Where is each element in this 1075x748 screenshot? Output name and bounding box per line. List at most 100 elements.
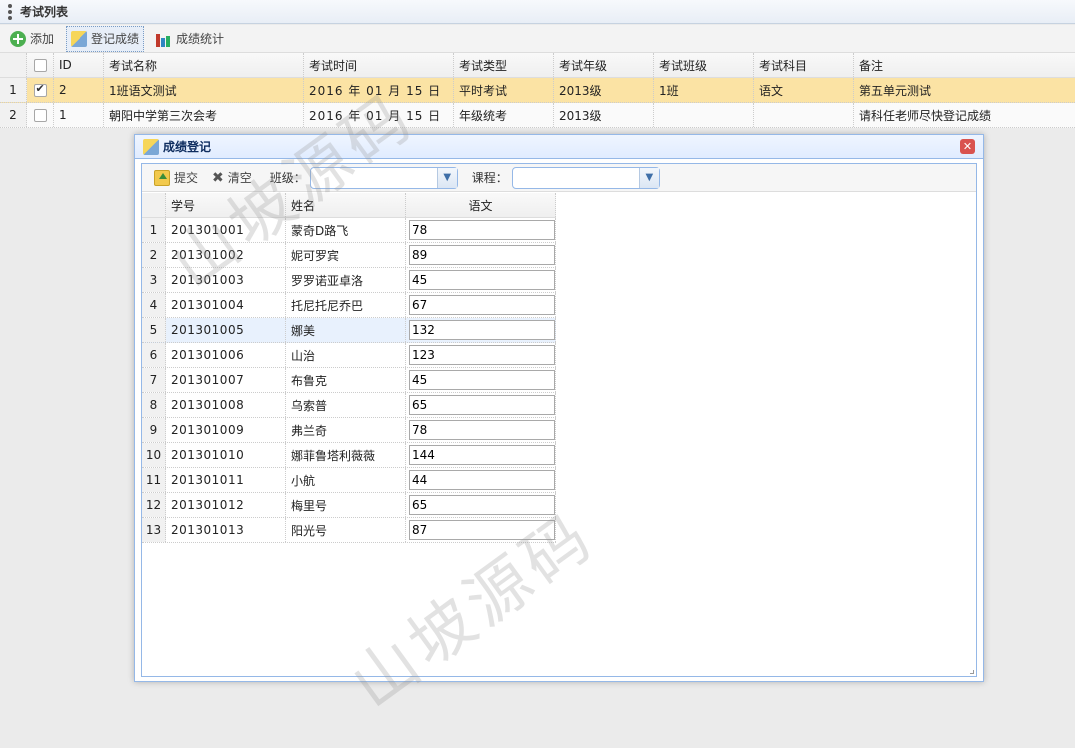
- score-input[interactable]: [409, 245, 555, 265]
- class-label: 班级：: [269, 171, 306, 185]
- score-cell: [406, 343, 556, 367]
- cell-student-name: 娜美: [286, 318, 406, 342]
- table-row[interactable]: 4 201301004 托尼托尼乔巴: [142, 293, 556, 318]
- dialog-header[interactable]: 成绩登记 ✕: [135, 135, 983, 159]
- cell-id: 1: [54, 103, 104, 127]
- score-input[interactable]: [409, 395, 555, 415]
- cell-student-id: 201301007: [166, 368, 286, 392]
- column-header-grade[interactable]: 考试年级: [554, 53, 654, 77]
- student-score-grid: 学号 姓名 语文 1201301001蒙奇D路飞2201301002妮可罗宾32…: [142, 193, 556, 543]
- column-header-subject[interactable]: 考试科目: [754, 53, 854, 77]
- clear-button[interactable]: ✖ 清空: [208, 165, 256, 191]
- table-row[interactable]: 2 201301002 妮可罗宾: [142, 243, 556, 268]
- select-all-checkbox[interactable]: [33, 58, 47, 72]
- cell-student-id: 201301004: [166, 293, 286, 317]
- cell-type: 年级统考: [454, 103, 554, 127]
- cell-note: 请科任老师尽快登记成绩: [859, 108, 992, 123]
- cell-note: 第五单元测试: [859, 83, 932, 98]
- add-button[interactable]: 添加: [6, 26, 58, 52]
- class-select[interactable]: ▼: [309, 166, 458, 189]
- score-input[interactable]: [409, 370, 555, 390]
- row-number: 1: [142, 218, 166, 242]
- register-scores-button[interactable]: 登记成绩: [66, 25, 145, 52]
- table-row[interactable]: 8 201301008 乌索普: [142, 393, 556, 418]
- row-checkbox[interactable]: [33, 82, 47, 97]
- cell-time: 2016 年 01 月 15 日: [304, 103, 454, 127]
- row-checkbox[interactable]: [33, 108, 47, 122]
- column-header-chinese-score[interactable]: 语文: [406, 193, 556, 217]
- column-header-student-id[interactable]: 学号: [166, 193, 286, 217]
- table-row[interactable]: 6 201301006 山治: [142, 343, 556, 368]
- score-input[interactable]: [409, 345, 555, 365]
- dialog-title: 成绩登记: [163, 140, 212, 154]
- table-row[interactable]: 3 201301003 罗罗诺亚卓洛: [142, 268, 556, 293]
- score-input[interactable]: [409, 445, 555, 465]
- cell-student-id: 201301010: [166, 443, 286, 467]
- table-row[interactable]: 2 1 朝阳中学第三次会考 2016 年 01 月 15 日 年级统考 2013…: [0, 103, 1075, 128]
- edit-icon: [71, 30, 88, 47]
- submit-button[interactable]: 提交: [150, 165, 202, 191]
- cell-class: 1班: [654, 78, 754, 102]
- panel-title: 考试列表: [20, 5, 69, 19]
- row-number: 10: [142, 443, 166, 467]
- dialog-toolbar: 提交 ✖ 清空 班级： ▼ 课程： ▼: [142, 164, 976, 192]
- cell-student-id: 201301008: [166, 393, 286, 417]
- score-input[interactable]: [409, 320, 555, 340]
- column-header-name[interactable]: 考试名称: [104, 53, 304, 77]
- score-input[interactable]: [409, 495, 555, 515]
- panel-menu-icon[interactable]: [8, 3, 12, 20]
- column-header-class[interactable]: 考试班级: [654, 53, 754, 77]
- column-header-time[interactable]: 考试时间: [304, 53, 454, 77]
- column-header-student-name[interactable]: 姓名: [286, 193, 406, 217]
- cell-id: 2: [54, 78, 104, 102]
- row-number: 8: [142, 393, 166, 417]
- class-select-value: [311, 171, 315, 185]
- close-icon[interactable]: ✕: [960, 139, 975, 154]
- select-all-cell: [27, 53, 54, 77]
- cell-student-name: 梅里号: [286, 493, 406, 517]
- row-select-cell: [27, 78, 54, 102]
- row-number: 5: [142, 318, 166, 342]
- table-row[interactable]: 13 201301013 阳光号: [142, 518, 556, 543]
- column-header-id[interactable]: ID: [54, 53, 104, 77]
- add-icon: [10, 30, 26, 47]
- row-number: 7: [142, 368, 166, 392]
- cell-name: 1班语文测试: [104, 78, 304, 102]
- table-row[interactable]: 7 201301007 布鲁克: [142, 368, 556, 393]
- score-stats-button[interactable]: 成绩统计: [152, 26, 228, 52]
- table-row[interactable]: 1 2 1班语文测试 2016 年 01 月 15 日 平时考试 2013级 1…: [0, 78, 1075, 103]
- score-input[interactable]: [409, 470, 555, 490]
- resize-handle[interactable]: [970, 670, 974, 674]
- table-row[interactable]: 10 201301010 娜菲鲁塔利薇薇: [142, 443, 556, 468]
- row-number: 9: [142, 418, 166, 442]
- score-input[interactable]: [409, 420, 555, 440]
- score-input[interactable]: [409, 270, 555, 290]
- row-number: 13: [142, 518, 166, 542]
- table-row[interactable]: 5 201301005 娜美: [142, 318, 556, 343]
- student-grid-header: 学号 姓名 语文: [142, 193, 556, 218]
- table-row[interactable]: 12 201301012 梅里号: [142, 493, 556, 518]
- column-header-type[interactable]: 考试类型: [454, 53, 554, 77]
- course-select[interactable]: ▼: [511, 166, 660, 189]
- score-cell: [406, 393, 556, 417]
- table-row[interactable]: 1 201301001 蒙奇D路飞: [142, 218, 556, 243]
- table-row[interactable]: 9 201301009 弗兰奇: [142, 418, 556, 443]
- table-row[interactable]: 11 201301011 小航: [142, 468, 556, 493]
- score-input[interactable]: [409, 295, 555, 315]
- row-number: 2: [142, 243, 166, 267]
- score-input[interactable]: [409, 220, 555, 240]
- cell-student-id: 201301005: [166, 318, 286, 342]
- score-cell: [406, 268, 556, 292]
- student-rows: 1201301001蒙奇D路飞2201301002妮可罗宾3201301003罗…: [142, 218, 556, 543]
- chevron-down-icon[interactable]: ▼: [436, 167, 457, 188]
- exam-grid-header: ID 考试名称 考试时间 考试类型 考试年级 考试班级 考试科目 备注: [0, 53, 1075, 78]
- row-number: 1: [0, 78, 27, 102]
- score-cell: [406, 518, 556, 542]
- chevron-down-icon[interactable]: ▼: [638, 167, 659, 188]
- cell-grade: 2013级: [554, 103, 654, 127]
- cell-student-id: 201301011: [166, 468, 286, 492]
- cell-student-id: 201301013: [166, 518, 286, 542]
- score-input[interactable]: [409, 520, 555, 540]
- cell-student-name: 娜菲鲁塔利薇薇: [286, 443, 406, 467]
- column-header-note[interactable]: 备注: [854, 53, 1075, 77]
